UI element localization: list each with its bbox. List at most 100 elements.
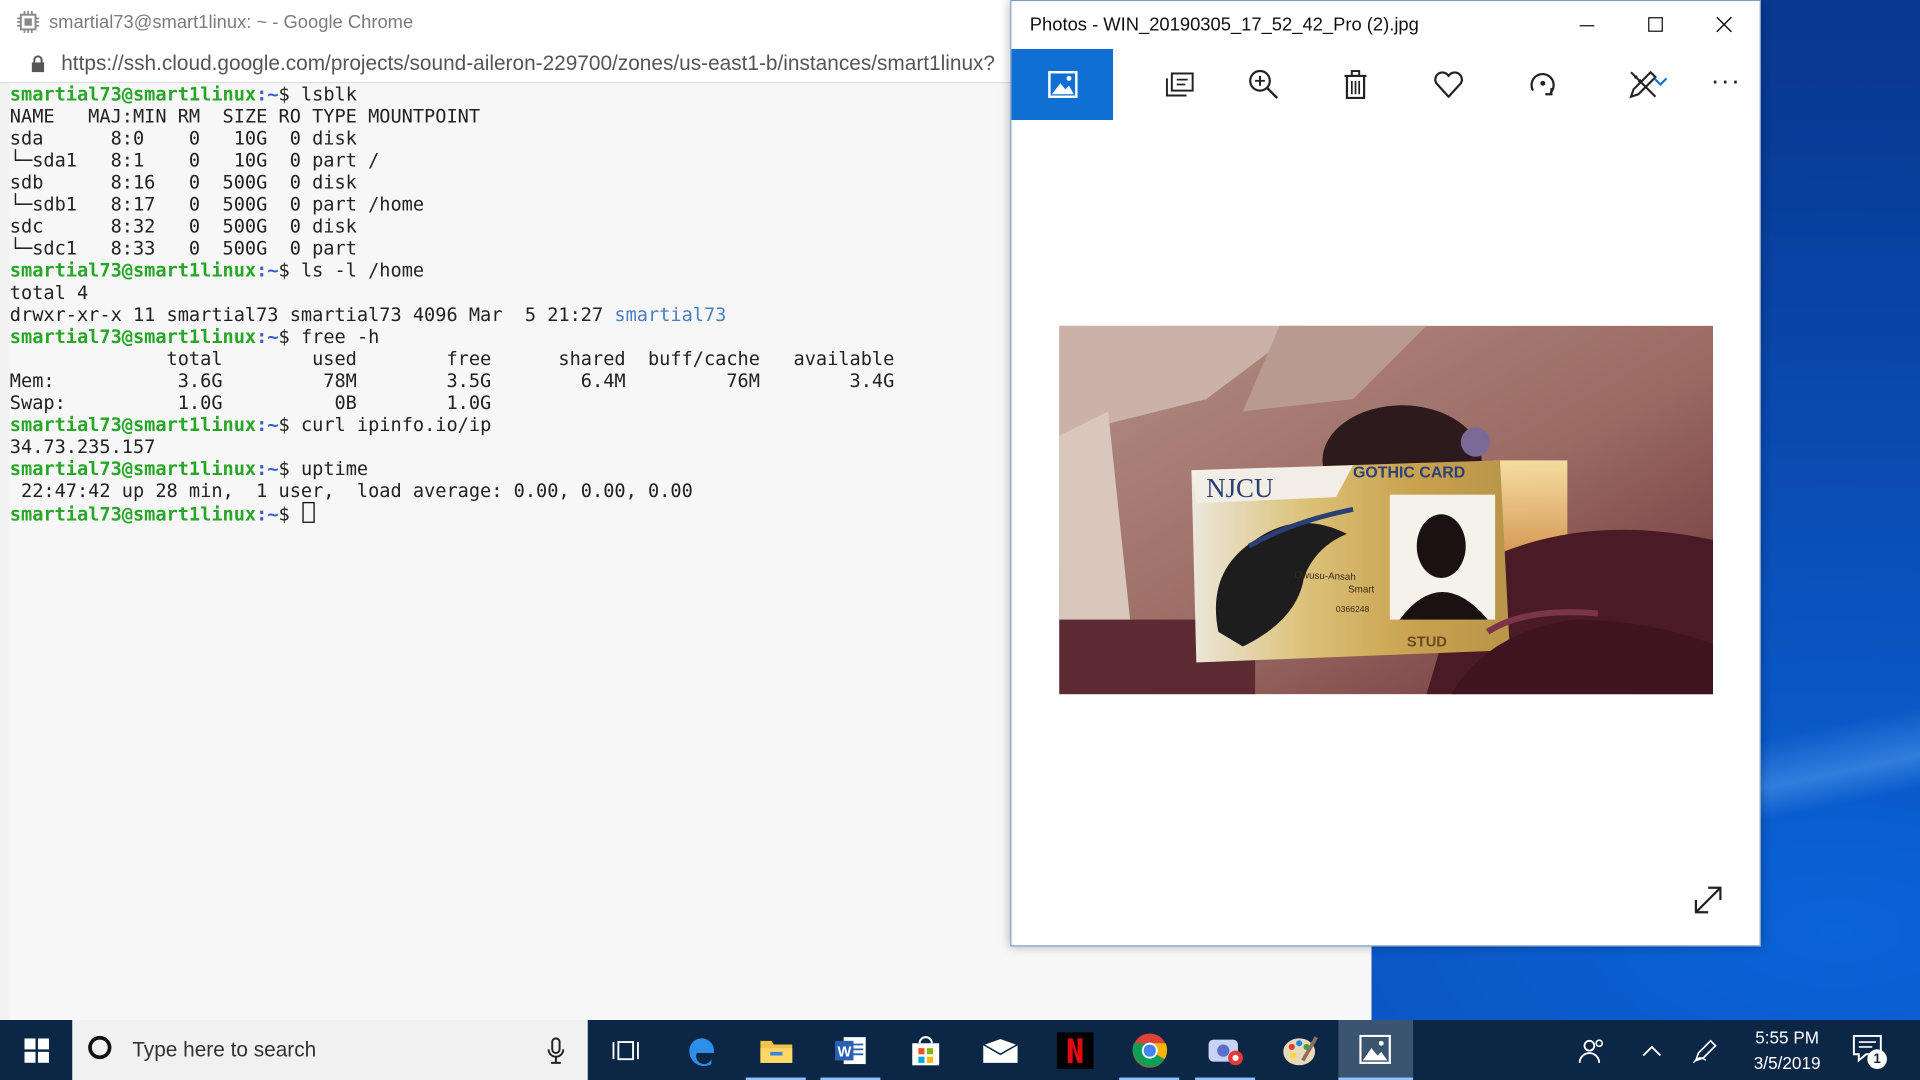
zoom-icon (1249, 69, 1279, 99)
zoom-button[interactable] (1226, 49, 1299, 120)
command-text: lsblk (300, 83, 357, 106)
prompt-path: :~ (256, 457, 279, 481)
favorite-button[interactable] (1411, 49, 1484, 120)
taskbar-paint[interactable] (1262, 1020, 1337, 1080)
photos-window-title: Photos - WIN_20190305_17_52_42_Pro (2).j… (1029, 14, 1419, 36)
photos-window: Photos - WIN_20190305_17_52_42_Pro (2).j… (1010, 0, 1761, 947)
output-text: total used free shared buff/cache availa… (9, 347, 895, 370)
edit-dropdown-button[interactable] (1648, 49, 1675, 120)
prompt-symbol: $ (278, 413, 301, 436)
command-text: curl ipinfo.io/ip (300, 413, 492, 436)
output-text: 22:47:42 up 28 min, 1 user, load average… (9, 480, 693, 503)
taskbar-mail[interactable] (962, 1020, 1037, 1080)
terminal-cursor[interactable] (302, 502, 315, 523)
slideshow-button[interactable] (1142, 49, 1215, 120)
paint-palette-icon (1282, 1035, 1318, 1065)
card-name2: Smart (1348, 585, 1374, 596)
close-button[interactable] (1691, 1, 1760, 49)
netflix-icon (1056, 1031, 1093, 1069)
directory-name: smartial73 (614, 303, 727, 326)
output-text: 34.73.235.157 (9, 435, 156, 458)
delete-button[interactable] (1318, 49, 1391, 120)
output-text: Mem: 3.6G 78M 3.5G 6.4M 76M 3.4G (9, 369, 895, 392)
pen-workspace-icon[interactable] (1692, 1037, 1719, 1064)
taskbar-store[interactable] (888, 1020, 963, 1080)
action-center-button[interactable]: 1 (1851, 1032, 1888, 1069)
card-heading: GOTHIC CARD (1353, 465, 1465, 482)
prompt-path: :~ (256, 413, 279, 436)
task-view-icon (611, 1040, 639, 1060)
output-text: sda 8:0 0 10G 0 disk (9, 127, 357, 150)
taskbar-file-explorer[interactable] (738, 1020, 813, 1080)
expand-icon (1694, 886, 1722, 914)
prompt-symbol: $ (278, 259, 301, 282)
photos-toolbar: ··· (1011, 48, 1760, 121)
delete-icon (1344, 70, 1367, 100)
taskbar-word[interactable]: W (813, 1020, 888, 1080)
close-icon (1716, 16, 1732, 33)
output-text: drwxr-xr-x 11 smartial73 smartial73 4096… (9, 303, 615, 326)
chrome-window-title: smartial73@smart1linux: ~ - Google Chrom… (48, 12, 414, 34)
fullscreen-button[interactable] (1691, 883, 1725, 917)
task-view-button[interactable] (588, 1020, 663, 1080)
search-placeholder[interactable]: Type here to search (132, 1038, 316, 1062)
start-button[interactable] (0, 1020, 72, 1080)
photos-titlebar[interactable]: Photos - WIN_20190305_17_52_42_Pro (2).j… (1011, 1, 1760, 49)
clock-date: 3/5/2019 (1753, 1053, 1821, 1073)
prompt-user: smartial73@smart1linux (9, 325, 257, 348)
address-url[interactable]: https://ssh.cloud.google.com/projects/so… (61, 51, 995, 75)
prompt-path: :~ (256, 325, 279, 348)
output-text: sdb 8:16 0 500G 0 disk (9, 171, 357, 194)
prompt-path: :~ (256, 83, 279, 106)
more-icon: ··· (1710, 64, 1742, 96)
taskbar-search[interactable]: Type here to search (72, 1020, 588, 1080)
card-id: 0366248 (1336, 604, 1370, 614)
more-options-button[interactable]: ··· (1691, 49, 1760, 120)
chevron-up-icon[interactable] (1641, 1043, 1663, 1058)
edge-icon (688, 1037, 714, 1066)
chrome-icon (1132, 1032, 1167, 1068)
terminal-left-gutter (0, 83, 10, 1021)
prompt-symbol: $ (278, 325, 301, 348)
taskbar-photos[interactable] (1338, 1020, 1414, 1080)
prompt-symbol: $ (278, 503, 301, 526)
people-icon[interactable] (1577, 1036, 1606, 1065)
taskbar-camera-app[interactable] (1188, 1020, 1263, 1080)
taskbar-netflix[interactable] (1037, 1020, 1112, 1080)
slideshow-icon (1165, 72, 1194, 97)
mail-icon (981, 1037, 1019, 1063)
windows-icon (23, 1037, 49, 1063)
output-text: └─sda1 8:1 0 10G 0 part / (9, 149, 380, 172)
desktop: smartial73@smart1linux: ~ - Google Chrom… (0, 0, 1920, 1080)
output-text: total 4 (9, 281, 89, 304)
lock-icon (31, 55, 45, 73)
system-clock[interactable]: 5:55 PM 3/5/2019 (1729, 1025, 1845, 1076)
folder-icon (759, 1040, 792, 1063)
taskbar-chrome[interactable] (1112, 1020, 1187, 1080)
command-text: uptime (300, 457, 369, 481)
prompt-path: :~ (256, 259, 279, 282)
prompt-symbol: $ (278, 83, 301, 106)
camera-icon (1207, 1038, 1243, 1065)
word-icon: W (834, 1036, 866, 1064)
notification-badge: 1 (1867, 1049, 1887, 1069)
card-name1: Owusu-Ansah (1294, 570, 1356, 583)
microphone-icon[interactable] (547, 1037, 565, 1064)
command-text: free -h (300, 325, 380, 348)
output-text: sdc 8:32 0 500G 0 disk (9, 215, 357, 238)
rotate-button[interactable] (1505, 49, 1578, 120)
clock-time: 5:55 PM (1755, 1027, 1820, 1047)
photos-app-icon (1359, 1034, 1391, 1064)
chip-icon (17, 11, 40, 34)
taskbar: Type here to search W 5:55 PM 3/5/2019 1 (0, 1020, 1920, 1080)
taskbar-edge[interactable] (664, 1020, 739, 1080)
svg-text:W: W (837, 1044, 851, 1060)
command-text: ls -l /home (300, 259, 425, 282)
output-text: Swap: 1.0G 0B 1.0G (9, 391, 492, 414)
photo-icon (1048, 71, 1078, 98)
prompt-user: smartial73@smart1linux (9, 83, 257, 106)
minimize-button[interactable] (1554, 1, 1623, 49)
view-photo-button[interactable] (1011, 48, 1114, 121)
card-logo: NJCU (1206, 473, 1273, 503)
maximize-button[interactable] (1622, 1, 1691, 49)
